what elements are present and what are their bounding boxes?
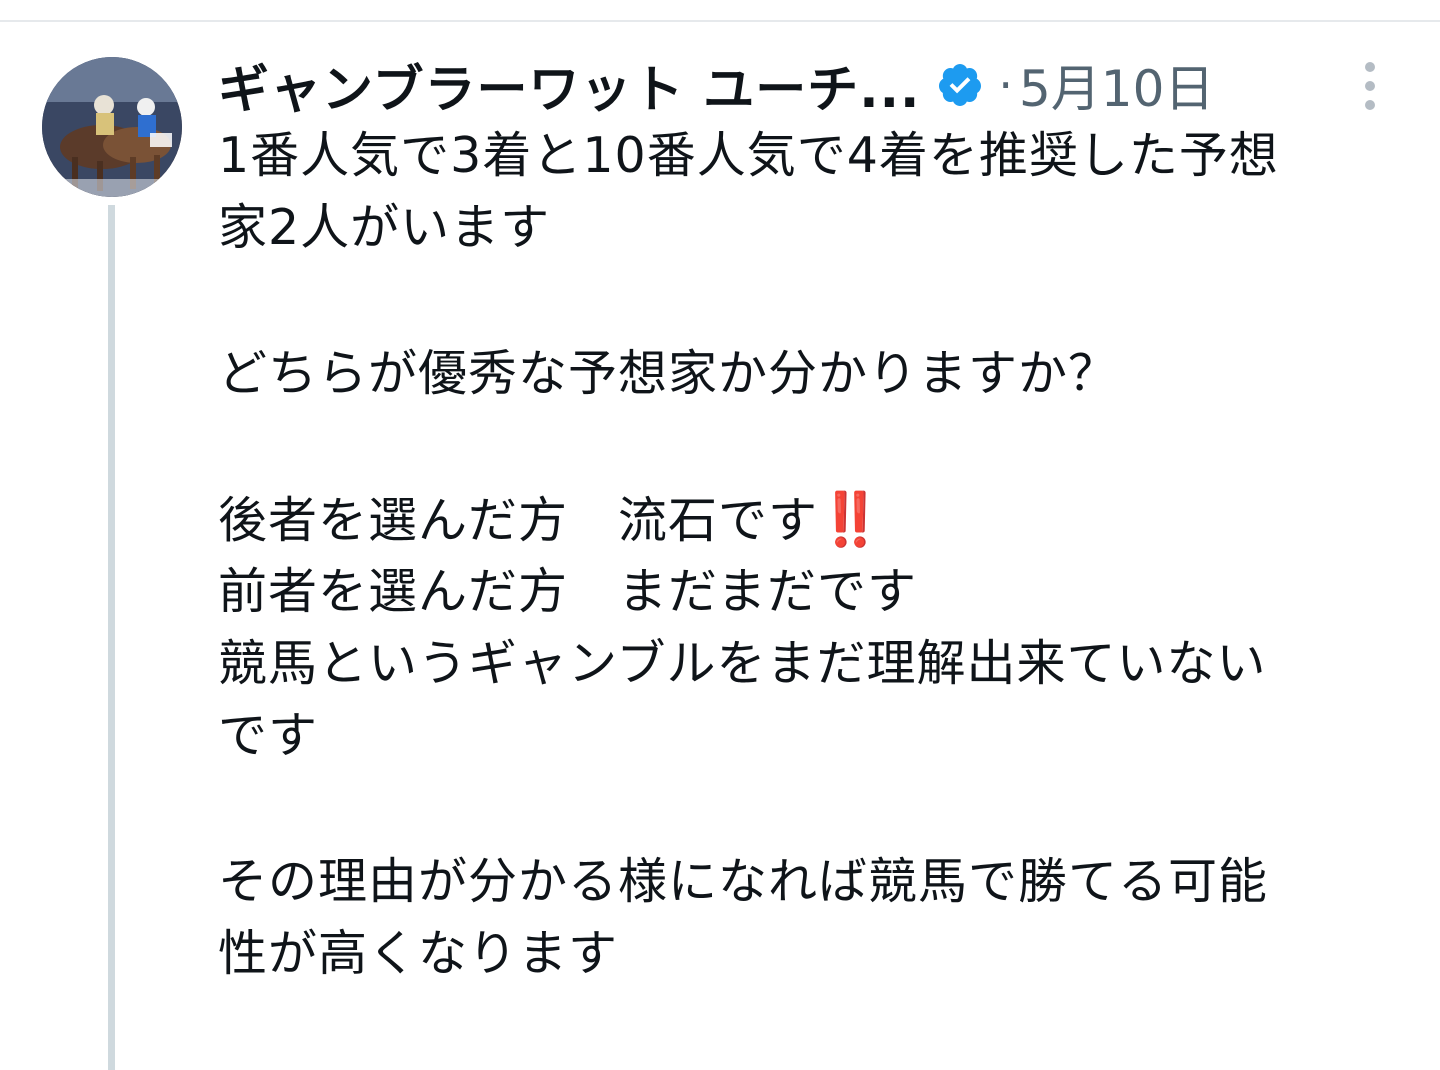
tweet-line: 性が高くなります — [218, 925, 619, 982]
tweet-line: です — [218, 707, 319, 764]
tweet-body: 1番人気で3着と10番人気で4着を推奨した予想 家2人がいます どちらが優秀な予… — [218, 120, 1408, 990]
top-divider — [0, 20, 1440, 22]
tweet-line: 競馬というギャンブルをまだ理解出来ていない — [218, 635, 1267, 692]
tweet-line: どちらが優秀な予想家か分かりますか？ — [218, 345, 1119, 402]
timestamp[interactable]: 5月10日 — [1019, 49, 1214, 121]
double-exclamation-emoji-icon: ‼️ — [818, 490, 883, 550]
avatar[interactable] — [42, 57, 182, 197]
thread-line — [108, 205, 115, 1070]
more-options-icon[interactable] — [1356, 62, 1384, 110]
horse-racing-avatar-icon — [42, 57, 182, 197]
tweet-line-text: 後者を選んだ方 流石です — [218, 492, 819, 549]
tweet-line: 前者を選んだ方 まだまだです — [218, 563, 918, 620]
tweet-line: その理由が分かる様になれば競馬で勝てる可能 — [218, 853, 1269, 910]
tweet-line: 1番人気で3着と10番人気で4着を推奨した予想 — [218, 127, 1279, 184]
verified-badge-icon[interactable] — [936, 61, 984, 109]
tweet-line: 家2人がいます — [218, 199, 551, 256]
author-display-name[interactable]: ギャンブラーワット ユーチ... — [218, 48, 920, 122]
separator-dot: · — [998, 58, 1013, 112]
tweet-line-with-emoji: 後者を選んだ方 流石です‼️ — [218, 484, 1408, 556]
tweet-header: ギャンブラーワット ユーチ... · 5月10日 — [218, 48, 1214, 122]
